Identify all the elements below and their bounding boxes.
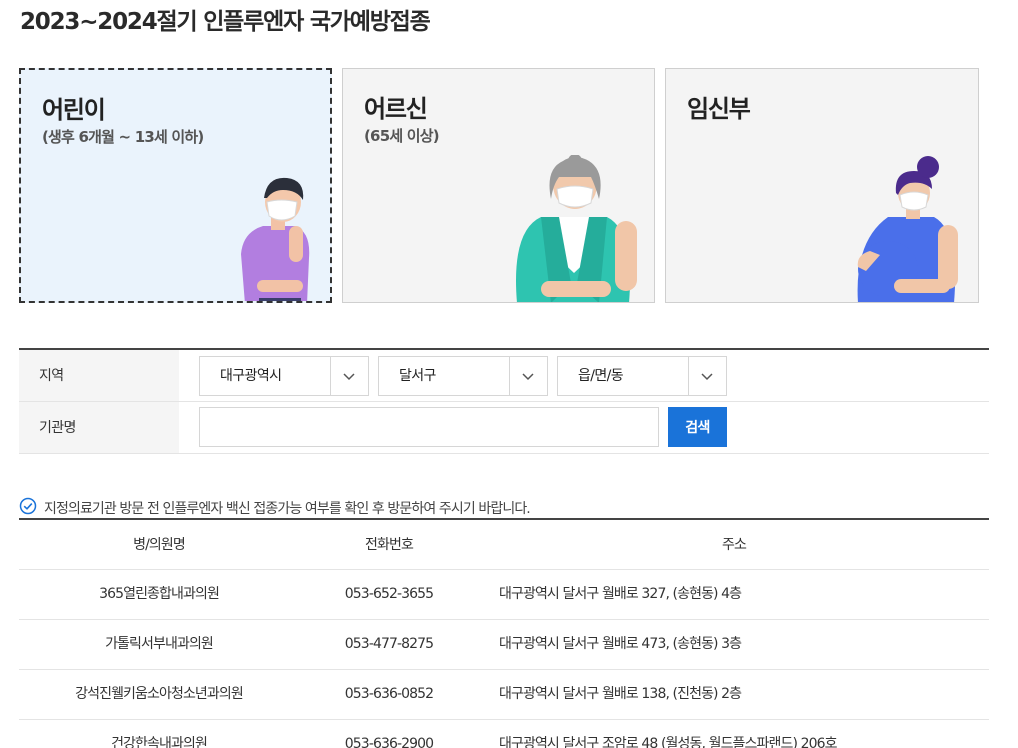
table-row[interactable]: 가톨릭서부내과의원 053-477-8275 대구광역시 달서구 월배로 473… [19, 620, 989, 670]
district-select-value: 달서구 [399, 368, 436, 384]
card-title: 임신부 [687, 95, 751, 123]
clinic-name: 건강한속내과의원 [111, 736, 208, 748]
chevron-down-icon [509, 357, 547, 395]
header-phone: 전화번호 [365, 537, 414, 553]
clinic-phone: 053-477-8275 [344, 636, 434, 652]
clinic-address: 대구광역시 달서구 월배로 138, (진천동) 2층 [499, 686, 742, 702]
city-select[interactable]: 대구광역시 [199, 356, 369, 396]
institution-row: 기관명 검색 [19, 402, 989, 454]
city-select-value: 대구광역시 [220, 368, 282, 384]
table-header: 병/의원명 전화번호 주소 [19, 520, 989, 570]
clinic-phone: 053-636-2900 [344, 736, 434, 748]
dong-select-value: 읍/면/동 [578, 368, 624, 384]
chevron-down-icon [330, 357, 368, 395]
table-row[interactable]: 건강한속내과의원 053-636-2900 대구광역시 달서구 조암로 48 (… [19, 720, 989, 748]
search-form: 지역 대구광역시 달서구 읍/면/동 기관명 검색 [19, 348, 989, 454]
card-subtitle: (65세 이상) [364, 127, 440, 145]
notice-text: 지정의료기관 방문 전 인플루엔자 백신 접종가능 여부를 확인 후 방문하여 … [44, 501, 531, 517]
page-title: 2023~2024절기 인플루엔자 국가예방접종 [20, 9, 431, 35]
clinic-address: 대구광역시 달서구 월배로 473, (송현동) 3층 [499, 636, 742, 652]
pregnant-illustration [857, 156, 958, 302]
clinic-phone: 053-652-3655 [344, 586, 434, 602]
clinic-address: 대구광역시 달서구 조암로 48 (월성동, 월드플스파랜드) 206호 [499, 736, 837, 748]
results-table: 병/의원명 전화번호 주소 365열린종합내과의원 053-652-3655 대… [19, 520, 989, 748]
region-row: 지역 대구광역시 달서구 읍/면/동 [19, 350, 989, 402]
card-pregnant[interactable]: 임신부 [665, 68, 979, 303]
clinic-address: 대구광역시 달서구 월배로 327, (송현동) 4층 [499, 586, 742, 602]
header-name: 병/의원명 [133, 537, 186, 553]
clinic-name: 가톨릭서부내과의원 [105, 636, 214, 652]
clinic-name: 365열린종합내과의원 [99, 586, 220, 602]
card-seniors[interactable]: 어르신 (65세 이상) [342, 68, 655, 303]
card-title: 어르신 [364, 95, 428, 123]
card-subtitle: (생후 6개월 ~ 13세 이하) [42, 128, 204, 146]
clinic-phone: 053-636-0852 [344, 686, 434, 702]
clinic-name: 강석진웰키움소아청소년과의원 [75, 686, 244, 702]
table-row[interactable]: 강석진웰키움소아청소년과의원 053-636-0852 대구광역시 달서구 월배… [19, 670, 989, 720]
header-address: 주소 [722, 537, 747, 553]
institution-label: 기관명 [19, 402, 179, 453]
search-button[interactable]: 검색 [668, 407, 727, 447]
check-circle-icon [19, 497, 37, 515]
chevron-down-icon [688, 357, 726, 395]
region-label: 지역 [19, 350, 179, 401]
notice-bar: 지정의료기관 방문 전 인플루엔자 백신 접종가능 여부를 확인 후 방문하여 … [19, 496, 989, 520]
child-illustration [241, 177, 310, 301]
senior-illustration [516, 155, 637, 302]
institution-input[interactable] [199, 407, 659, 447]
card-title: 어린이 [42, 96, 106, 124]
table-row[interactable]: 365열린종합내과의원 053-652-3655 대구광역시 달서구 월배로 3… [19, 570, 989, 620]
card-children[interactable]: 어린이 (생후 6개월 ~ 13세 이하) [19, 68, 332, 303]
dong-select[interactable]: 읍/면/동 [557, 356, 727, 396]
district-select[interactable]: 달서구 [378, 356, 548, 396]
